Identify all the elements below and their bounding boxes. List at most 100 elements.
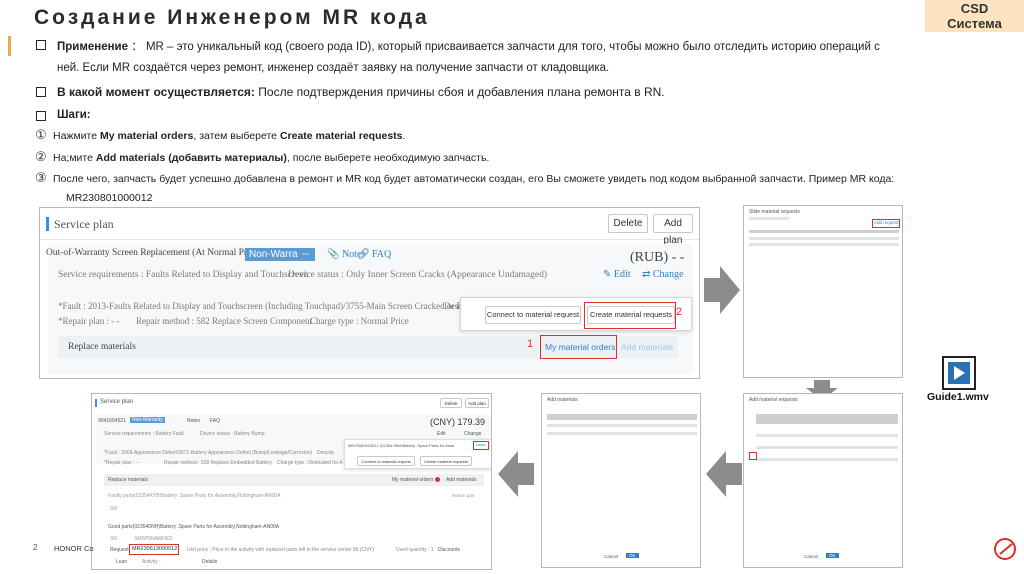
thumb4-cancel[interactable]: Cancel — [804, 554, 818, 559]
arrow-right-icon — [704, 266, 740, 314]
step-3-text: После чего, запчасть будет успешно добав… — [53, 173, 895, 185]
thumb3-title: Add materials — [547, 397, 578, 403]
bullet-steps: Шаги: — [57, 109, 91, 121]
bottom-add-plan-button[interactable]: Add plan — [465, 398, 489, 408]
step-3-number: ③ — [35, 170, 47, 185]
bottom-add-materials[interactable]: Add materials — [446, 477, 477, 483]
no-symbol-icon — [994, 538, 1016, 560]
thumb4-title: Add material requests — [749, 397, 798, 403]
thumb3-row — [547, 424, 697, 427]
add-materials-link[interactable]: Add materials — [621, 342, 673, 352]
bottom-change[interactable]: Change — [464, 431, 482, 437]
notification-dot-icon — [435, 477, 440, 482]
step-2-bold: Add materials (добавить материалы) — [95, 152, 287, 164]
step-1-mid: , затем выберете — [193, 130, 280, 142]
thumb-material-requests: Slide material requests Add request — [743, 205, 903, 378]
thumb2-title: Slide material requests — [749, 209, 800, 215]
service-plan-header: Service plan Delete Add plan — [40, 208, 699, 246]
my-material-orders-link[interactable]: My material orders — [545, 342, 615, 352]
bottom-good-parts: Good parts(023540NH)Battery .Spare Parts… — [108, 524, 280, 530]
status-tag: -- — [298, 248, 313, 261]
play-icon — [954, 366, 965, 380]
bottom-sn2-label: SN — [110, 536, 117, 542]
page-number: 2 — [33, 543, 38, 552]
arrow-left-icon — [706, 451, 742, 497]
system-badge: CSD Система — [925, 0, 1024, 32]
bottom-service-req: Service requirements : Battery Fault — [104, 431, 184, 437]
step-2-text: На;мите Add materials (добавить материал… — [53, 152, 489, 164]
bottom-mr-code: MR230613000012 — [132, 546, 178, 552]
charge-type: Charge type : Normal Price — [310, 316, 409, 326]
plan-title: Out-of-Warranty Screen Replacement (At N… — [46, 248, 262, 258]
bottom-notes[interactable]: Notes — [187, 418, 200, 424]
bullet-apply-colon: ： — [131, 41, 143, 53]
bottom-request-label: Request — [110, 547, 129, 553]
plan-price: (RUB) - - — [630, 250, 685, 265]
change-link[interactable]: ⇄ Change — [642, 269, 683, 280]
thumb3-cancel[interactable]: Cancel — [604, 554, 618, 559]
bottom-discounts[interactable]: Discounts — [438, 547, 460, 553]
connect-material-request-button[interactable]: Connect to material request — [485, 306, 581, 324]
bottom-price: (CNY) 179.39 — [430, 417, 486, 427]
bottom-header: Service plan — [100, 399, 134, 405]
service-plan-result-screenshot: Service plan Delete Add plan 9041694521 … — [91, 393, 492, 570]
bottom-replace-label: Replace materials — [108, 477, 149, 483]
device-status: Device status : Only Inner Screen Cracks… — [288, 270, 548, 280]
bottom-my-orders[interactable]: My material orders — [392, 477, 433, 483]
bottom-plan-code: 9041694521 — [98, 418, 126, 424]
bullet-apply-text-2: ней. Если MR создаётся через ремонт, инж… — [57, 62, 610, 74]
step-2-rest: , после выберете необходимую запчасть. — [286, 152, 490, 164]
step-marker-2: 2 — [676, 306, 683, 318]
step-1-bold-2: Create material requests — [279, 130, 403, 142]
step-1-bold-1: My material orders — [99, 130, 194, 142]
bottom-faq[interactable]: FAQ — [210, 418, 220, 424]
bullet-square-icon — [36, 87, 46, 97]
bottom-connect-button[interactable]: Connect to material request — [357, 456, 415, 466]
bottom-details[interactable]: Details — [202, 559, 217, 565]
bottom-popover: MR23081833012 (02354.9NH/Battery .Spare … — [344, 439, 491, 469]
bullet-steps-label: Шаги: — [57, 109, 91, 121]
faq-link[interactable]: 🔗 FAQ — [357, 249, 391, 260]
step-1-number: ① — [35, 127, 47, 142]
thumb2-add-request[interactable]: Add request — [874, 220, 898, 225]
delete-button[interactable]: Delete — [608, 214, 648, 233]
thumb4-row — [756, 458, 898, 461]
bottom-sn2-value: SMSP0NAMHED — [134, 536, 173, 542]
bottom-desc: Descrip — [317, 450, 334, 456]
thumb-material-list: Add materials Cancel OK — [541, 393, 701, 568]
bottom-delete-button[interactable]: Delete — [440, 398, 462, 408]
header-accent — [95, 399, 97, 407]
bottom-loan: Loan — [116, 559, 128, 565]
video-file-label[interactable]: Guide1.wmv — [927, 391, 989, 403]
thumb4-checkbox-highlight[interactable] — [749, 452, 757, 460]
bottom-used-qty: Used quantity : 1 — [396, 547, 434, 553]
highlight-create-requests — [584, 302, 676, 329]
bullet-apply-label: Применение — [57, 41, 129, 53]
step-1-post: . — [402, 130, 406, 142]
bottom-create-button[interactable]: Create material requests — [420, 456, 472, 466]
thumb4-row — [756, 434, 898, 437]
badge-line-2: Система — [947, 16, 1002, 31]
step-2-number: ② — [35, 149, 47, 164]
bottom-repair-plan: *Repair plan : - - — [104, 460, 141, 466]
step-1-pre: Нажмите — [53, 130, 100, 142]
footer-text: HONOR Co — [54, 544, 94, 553]
accent-bar — [8, 36, 11, 56]
bottom-used-link[interactable]: Used — [476, 442, 485, 447]
video-file-icon[interactable] — [942, 356, 976, 390]
faq-label: FAQ — [371, 249, 392, 260]
thumb2-line — [749, 217, 789, 220]
bottom-return-part: Return part — [452, 493, 475, 498]
thumb3-table-header — [547, 414, 697, 420]
bottom-unit-price: Unit price : Price in the activity with … — [187, 547, 374, 553]
thumb2-table-header — [749, 230, 899, 233]
service-plan-title: Service plan — [54, 217, 114, 231]
add-plan-button[interactable]: Add plan — [653, 214, 693, 246]
bullet-apply: Применение ： MR – это уникальный код (св… — [57, 38, 880, 54]
bottom-edit[interactable]: Edit — [437, 431, 446, 437]
thumb3-ok[interactable]: OK — [626, 553, 639, 558]
thumb4-ok[interactable]: OK — [826, 553, 839, 558]
bottom-device-status: Device status : Battery Bump — [200, 431, 265, 437]
edit-link[interactable]: ✎ Edit — [603, 269, 631, 280]
bottom-faulty-parts: Faulty parts(02354KYB)Battery .Spare Par… — [108, 493, 281, 499]
